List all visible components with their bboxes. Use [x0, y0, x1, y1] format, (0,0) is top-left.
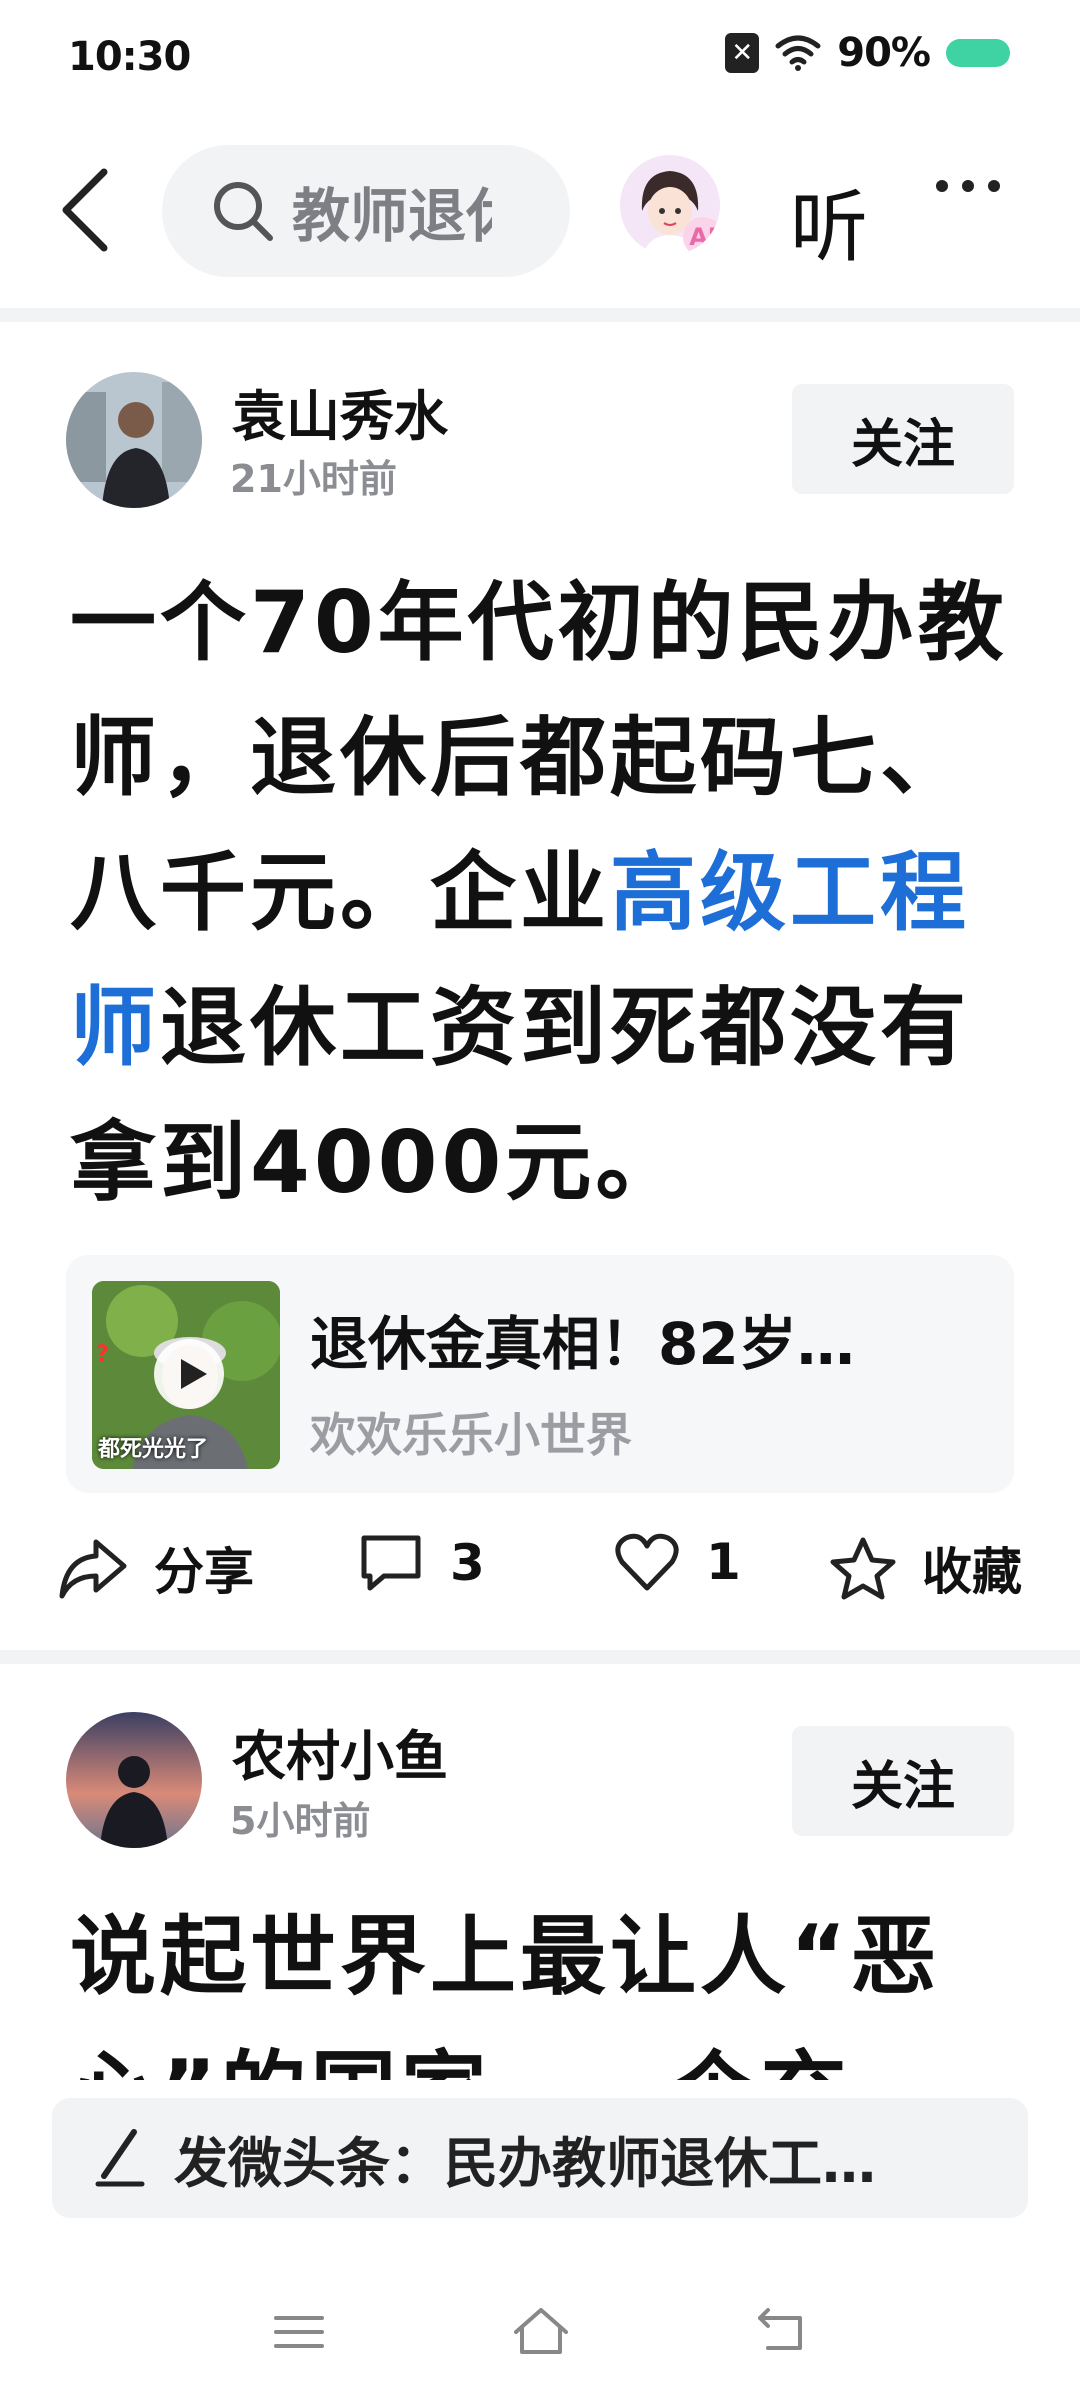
post-title[interactable]: 说起世界上最让人“恶心”的国家，一个充	[70, 1890, 1010, 2080]
back-button[interactable]	[50, 160, 120, 260]
no-sim-icon: ✕	[725, 33, 760, 73]
battery-percent: 90%	[837, 30, 931, 76]
avatar-photo	[66, 372, 202, 508]
heart-icon	[615, 1533, 679, 1591]
ai-assistant-button[interactable]: AI	[620, 155, 720, 255]
wifi-icon	[775, 35, 821, 71]
author-name[interactable]: 袁山秀水	[232, 372, 448, 451]
author-avatar[interactable]	[66, 372, 202, 508]
more-dot-icon	[936, 180, 948, 192]
like-count: 1	[706, 1533, 741, 1591]
video-title: 退休金真相！82岁…	[310, 1310, 855, 1378]
share-button[interactable]: 分享	[58, 1532, 254, 1604]
video-source: 欢欢乐乐小世界	[310, 1408, 632, 1462]
status-icons: ✕ 90%	[725, 30, 1010, 76]
search-icon	[214, 182, 273, 241]
status-time: 10:30	[68, 34, 191, 80]
battery-icon	[946, 39, 1010, 67]
comment-count: 3	[450, 1534, 485, 1592]
avatar-photo	[66, 1712, 202, 1848]
system-navbar	[0, 2300, 1080, 2380]
back-arrow-icon	[62, 168, 108, 252]
post-time: 5小时前	[230, 1799, 371, 1843]
more-options-button[interactable]	[936, 180, 1000, 192]
video-thumbnail: ? 都死光光了	[92, 1281, 280, 1469]
comment-icon	[361, 1535, 421, 1591]
svg-text:?: ?	[96, 1342, 109, 1367]
more-dot-icon	[962, 180, 974, 192]
more-dot-icon	[988, 180, 1000, 192]
home-icon[interactable]	[512, 2306, 570, 2356]
share-icon	[59, 1539, 127, 1599]
back-nav-icon[interactable]	[756, 2308, 806, 2354]
search-query: 教师退休	[292, 182, 492, 250]
post-title-clip: 说起世界上最让人“恶心”的国家，一个充	[0, 1890, 1080, 2080]
compose-text: 发微头条：民办教师退休工…	[174, 2131, 876, 2195]
share-label: 分享	[154, 1543, 254, 1601]
thumbnail-caption: 都死光光了	[98, 1437, 209, 1462]
video-card[interactable]: ? 都死光光了 退休金真相！82岁… 欢欢乐乐小世界	[66, 1255, 1014, 1493]
post-title[interactable]: 一个70年代初的民办教师，退休后都起码七、八千元。企业高级工程师退休工资到死都没…	[70, 556, 1010, 1231]
author-avatar[interactable]	[66, 1712, 202, 1848]
favorite-button[interactable]: 收藏	[830, 1532, 1022, 1604]
play-icon	[154, 1339, 224, 1409]
compose-bar[interactable]: 发微头条：民办教师退休工…	[52, 2098, 1028, 2218]
like-button[interactable]: 1	[614, 1532, 741, 1592]
star-icon	[830, 1537, 896, 1600]
menu-icon[interactable]	[274, 2312, 324, 2352]
section-divider	[0, 1650, 1080, 1664]
follow-button[interactable]: 关注	[792, 1726, 1014, 1836]
comment-button[interactable]: 3	[358, 1532, 485, 1594]
favorite-label: 收藏	[922, 1543, 1022, 1601]
search-input[interactable]: 教师退休	[162, 145, 570, 277]
listen-button[interactable]: 听	[790, 165, 868, 277]
pen-icon	[95, 2129, 145, 2187]
post-time: 21小时前	[230, 457, 397, 501]
author-name[interactable]: 农村小鱼	[232, 1712, 448, 1791]
post-title-text: 退休工资到死都没有拿到4000元。	[70, 978, 970, 1213]
follow-button[interactable]: 关注	[792, 384, 1014, 494]
ai-badge: AI	[683, 217, 720, 255]
section-divider	[0, 308, 1080, 322]
